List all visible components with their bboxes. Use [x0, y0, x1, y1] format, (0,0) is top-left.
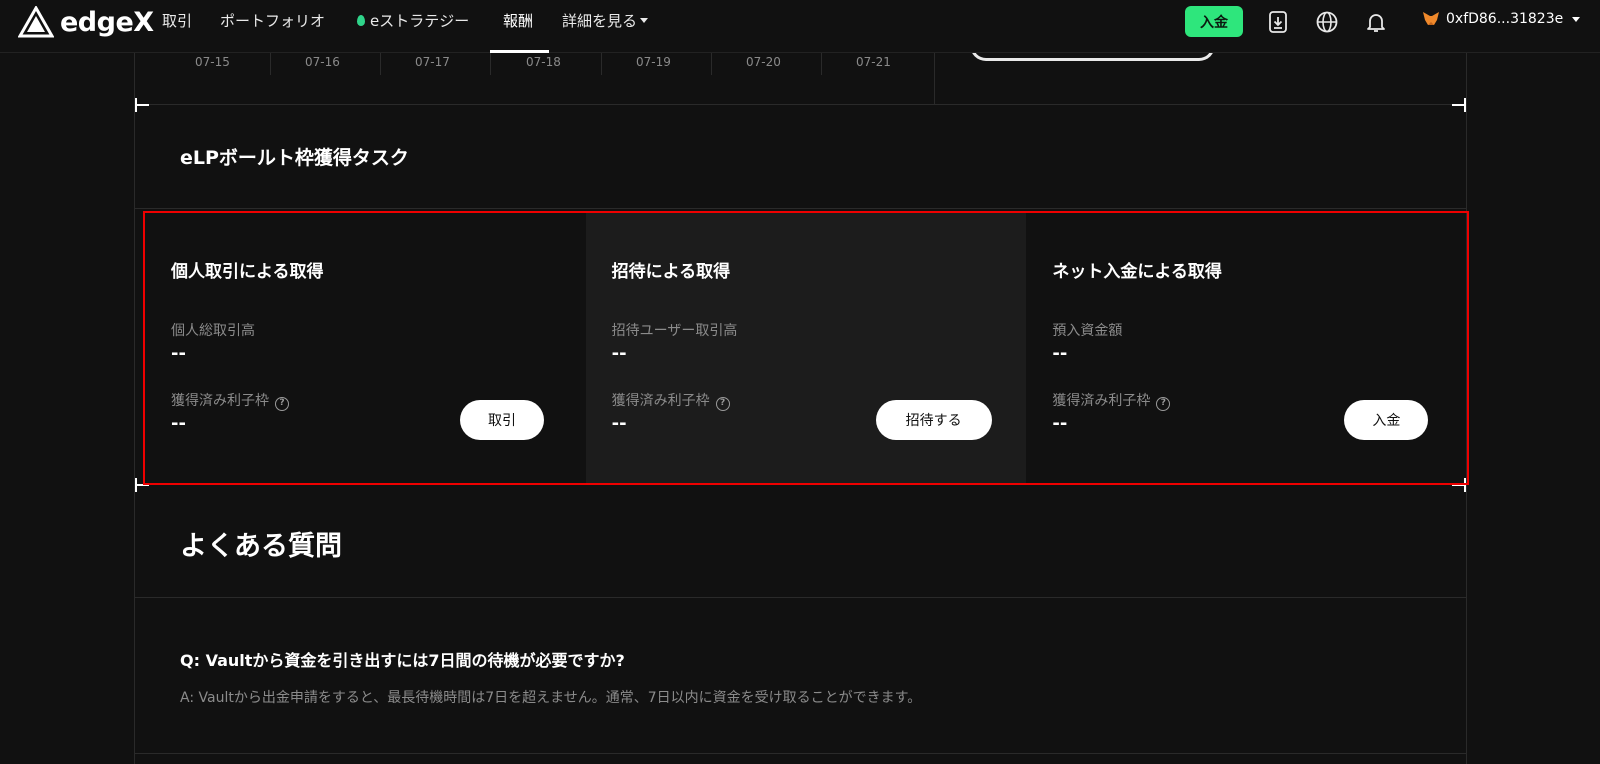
earned-label-row: 獲得済み利子枠?: [1052, 390, 1171, 411]
earned-value: --: [1052, 413, 1068, 434]
earned-label: 獲得済み利子枠: [1052, 393, 1151, 409]
metric-value: --: [1052, 343, 1068, 364]
chart-x-axis: 07-15 07-16 07-17 07-18 07-19 07-20 07-2…: [134, 55, 934, 75]
card-title: ネット入金による取得: [1052, 262, 1222, 282]
x-tick-label: 07-17: [415, 55, 450, 69]
faq-title: よくある質問: [180, 531, 342, 562]
question-icon[interactable]: ?: [715, 397, 730, 411]
wallet-address: 0xfD86...31823e: [1446, 11, 1564, 27]
x-tick-label: 07-19: [636, 55, 671, 69]
section-divider-bottom: [134, 753, 1466, 754]
active-tab-underline: [490, 50, 549, 53]
trade-button[interactable]: 取引: [460, 400, 544, 440]
task-card-trading: 個人取引による取得 個人総取引高 -- 獲得済み利子枠? -- 取引: [145, 213, 586, 483]
x-tick-label: 07-16: [305, 55, 340, 69]
edgex-logo[interactable]: edgeX: [18, 6, 154, 38]
deposit-button[interactable]: 入金: [1185, 6, 1243, 37]
invite-button[interactable]: 招待する: [875, 400, 992, 440]
x-gridline: [821, 53, 822, 75]
metric-label: 預入資金額: [1052, 323, 1123, 339]
chart-divider: [934, 53, 935, 104]
faq-answer: A: Vaultから出金申請をすると、最長待機時間は7日を超えません。通常、7日…: [180, 690, 922, 706]
section-divider-faq: [134, 597, 1466, 598]
frame-left-border: [134, 53, 135, 764]
x-gridline: [601, 53, 602, 75]
task-card-deposit: ネット入金による取得 預入資金額 -- 獲得済み利子枠? -- 入金: [1026, 213, 1467, 483]
x-tick-label: 07-18: [526, 55, 561, 69]
download-app-icon[interactable]: [1266, 10, 1290, 34]
section-divider-top: [134, 104, 1466, 105]
x-gridline: [711, 53, 712, 75]
deposit-card-button[interactable]: 入金: [1344, 400, 1429, 440]
earned-label: 獲得済み利子枠: [611, 393, 710, 409]
x-tick-label: 07-21: [856, 55, 891, 69]
metric-value: --: [611, 343, 627, 364]
card-title: 招待による取得: [611, 262, 731, 282]
question-icon[interactable]: ?: [1156, 397, 1171, 411]
nav-estrategy[interactable]: eストラテジー: [357, 10, 469, 31]
top-navigation-bar: edgeX 取引 ポートフォリオ eストラテジー 報酬 詳細を見る 入金 0xf…: [0, 0, 1600, 53]
task-card-referral: 招待による取得 招待ユーザー取引高 -- 獲得済み利子枠? -- 招待する: [585, 213, 1027, 483]
earned-label-row: 獲得済み利子枠?: [612, 390, 730, 411]
globe-icon[interactable]: [1315, 10, 1339, 34]
card-title: 個人取引による取得: [171, 262, 324, 282]
chevron-down-icon: [1572, 16, 1581, 22]
section-divider-tasks: [134, 208, 1466, 209]
nav-more-label: 詳細を見る: [562, 12, 638, 30]
brand-name: edgeX: [60, 6, 154, 38]
wallet-menu[interactable]: 0xfD86...31823e: [1422, 10, 1581, 28]
nav-portfolio[interactable]: ポートフォリオ: [220, 10, 325, 31]
metamask-fox-icon: [1423, 12, 1439, 25]
metric-label: 招待ユーザー取引高: [611, 323, 738, 339]
bell-icon[interactable]: [1364, 10, 1388, 34]
earned-value: --: [171, 413, 186, 434]
chevron-down-icon: [640, 18, 649, 23]
x-tick-label: 07-20: [746, 55, 781, 69]
faq-question[interactable]: Q: Vaultから資金を引き出すには7日間の待機が必要ですか?: [180, 647, 625, 671]
earned-label: 獲得済み利子枠: [171, 393, 269, 409]
earned-label-row: 獲得済み利子枠?: [171, 390, 289, 411]
x-gridline: [270, 53, 271, 75]
metric-value: --: [171, 343, 186, 364]
nav-more[interactable]: 詳細を見る: [562, 10, 649, 31]
earned-value: --: [611, 413, 627, 434]
x-gridline: [380, 53, 381, 75]
nav-estrategy-label: eストラテジー: [370, 12, 470, 30]
nav-trade[interactable]: 取引: [162, 10, 192, 31]
x-tick-label: 07-15: [195, 55, 230, 69]
metric-label: 個人総取引高: [171, 323, 255, 339]
edgex-logo-icon: [18, 6, 54, 38]
leaf-icon: [357, 15, 365, 26]
nav-rewards[interactable]: 報酬: [503, 10, 533, 31]
tasks-section-title: eLPボールト枠獲得タスク: [180, 147, 409, 169]
x-gridline: [490, 53, 491, 75]
question-icon[interactable]: ?: [275, 397, 289, 411]
task-cards-container: 個人取引による取得 個人総取引高 -- 獲得済み利子枠? -- 取引 招待による…: [143, 211, 1469, 485]
corner-marker: [1452, 98, 1466, 112]
corner-marker: [135, 98, 149, 112]
